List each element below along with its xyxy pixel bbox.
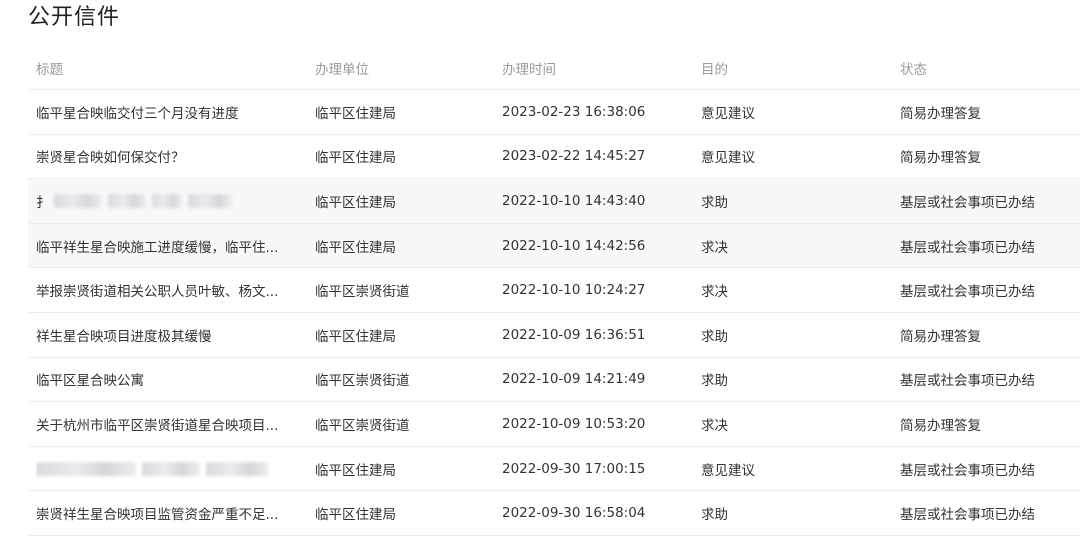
header-title: 标题: [36, 61, 63, 78]
handling-unit: 临平区崇贤街道: [315, 284, 410, 301]
table-row[interactable]: 祥生星合映项目进度极其缓慢 临平区住建局 2022-10-09 16:36:51…: [28, 313, 1080, 358]
handling-time: 2022-10-10 14:42:56: [502, 237, 646, 254]
handling-time: 2022-10-09 14:21:49: [502, 371, 646, 388]
redacted-block: [142, 461, 200, 476]
handling-unit: 临平区住建局: [315, 194, 396, 211]
header-time: 办理时间: [502, 61, 556, 78]
handling-time: 2022-10-09 16:36:51: [502, 326, 646, 343]
header-unit: 办理单位: [315, 61, 369, 78]
letter-title-link[interactable]: 临平祥生星合映施工进度缓慢，临平住...: [36, 224, 306, 268]
purpose: 求助: [701, 194, 728, 211]
handling-unit: 临平区住建局: [315, 462, 396, 479]
status: 简易办理答复: [900, 328, 981, 345]
purpose: 求助: [701, 373, 728, 390]
table-row[interactable]: 临平星合映临交付三个月没有进度 临平区住建局 2023-02-23 16:38:…: [28, 90, 1080, 135]
handling-unit: 临平区崇贤街道: [315, 417, 410, 434]
letter-title-link[interactable]: 关于杭州市临平区崇贤街道星合映项目...: [36, 402, 306, 446]
redacted-block: [151, 193, 182, 208]
status: 基层或社会事项已办结: [900, 194, 1035, 211]
letter-title-link[interactable]: [36, 447, 306, 491]
redacted-block: [36, 461, 136, 476]
handling-unit: 临平区崇贤街道: [315, 373, 410, 390]
handling-time: 2022-10-10 10:24:27: [502, 282, 646, 299]
purpose: 意见建议: [701, 150, 755, 167]
letter-title-visible-char: 扌: [36, 194, 50, 211]
table-row[interactable]: 关于杭州市临平区崇贤街道星合映项目... 临平区崇贤街道 2022-10-09 …: [28, 402, 1080, 447]
header-status: 状态: [900, 61, 927, 78]
table-row[interactable]: 崇贤祥生星合映项目监管资金严重不足... 临平区住建局 2022-09-30 1…: [28, 491, 1080, 536]
handling-time: 2022-10-10 14:43:40: [502, 192, 646, 209]
status: 基层或社会事项已办结: [900, 507, 1035, 524]
redacted-block: [107, 193, 146, 208]
redacted-block: [53, 193, 102, 208]
handling-unit: 临平区住建局: [315, 239, 396, 256]
status: 简易办理答复: [900, 417, 981, 434]
handling-unit: 临平区住建局: [315, 328, 396, 345]
purpose: 求助: [701, 328, 728, 345]
letter-title-link[interactable]: 临平区星合映公寓: [36, 358, 306, 402]
redacted-block: [206, 461, 268, 476]
page-title: 公开信件: [28, 5, 121, 30]
letter-title-link[interactable]: 崇贤星合映如何保交付？: [36, 135, 306, 179]
table-row[interactable]: 临平祥生星合映施工进度缓慢，临平住... 临平区住建局 2022-10-10 1…: [28, 223, 1080, 269]
purpose: 意见建议: [701, 462, 755, 479]
purpose: 求决: [701, 417, 728, 434]
header-purpose: 目的: [701, 61, 728, 78]
letter-title-link[interactable]: 举报崇贤街道相关公职人员叶敏、杨文...: [36, 268, 306, 312]
table-header-row: 标题 办理单位 办理时间 目的 状态: [28, 46, 1080, 90]
handling-unit: 临平区住建局: [315, 105, 396, 122]
letter-title-link[interactable]: 崇贤祥生星合映项目监管资金严重不足...: [36, 491, 306, 535]
letter-title-link[interactable]: 祥生星合映项目进度极其缓慢: [36, 313, 306, 357]
status: 简易办理答复: [900, 150, 981, 167]
handling-time: 2023-02-22 14:45:27: [502, 148, 646, 165]
redacted-block: [187, 193, 232, 208]
status: 基层或社会事项已办结: [900, 373, 1035, 390]
handling-time: 2022-10-09 10:53:20: [502, 415, 646, 432]
letter-title-link[interactable]: 扌: [36, 179, 306, 223]
letters-table: 标题 办理单位 办理时间 目的 状态 临平星合映临交付三个月没有进度 临平区住建…: [28, 46, 1080, 536]
table-row[interactable]: 临平区星合映公寓 临平区崇贤街道 2022-10-09 14:21:49 求助 …: [28, 358, 1080, 403]
status: 基层或社会事项已办结: [900, 284, 1035, 301]
purpose: 求决: [701, 284, 728, 301]
handling-time: 2022-09-30 16:58:04: [502, 505, 646, 522]
table-row[interactable]: 扌 临平区住建局 2022-10-10 14:43:40 求助 基层或社会事项已…: [28, 179, 1080, 224]
status: 基层或社会事项已办结: [900, 239, 1035, 256]
handling-unit: 临平区住建局: [315, 150, 396, 167]
public-letters-page: 公开信件 标题 办理单位 办理时间 目的 状态 临平星合映临交付三个月没有进度 …: [0, 0, 1080, 552]
table-row[interactable]: 崇贤星合映如何保交付？ 临平区住建局 2023-02-22 14:45:27 意…: [28, 135, 1080, 180]
table-row[interactable]: 举报崇贤街道相关公职人员叶敏、杨文... 临平区崇贤街道 2022-10-10 …: [28, 268, 1080, 313]
purpose: 意见建议: [701, 105, 755, 122]
status: 基层或社会事项已办结: [900, 462, 1035, 479]
status: 简易办理答复: [900, 105, 981, 122]
handling-unit: 临平区住建局: [315, 507, 396, 524]
handling-time: 2023-02-23 16:38:06: [502, 103, 646, 120]
purpose: 求决: [701, 239, 728, 256]
purpose: 求助: [701, 507, 728, 524]
table-row[interactable]: 临平区住建局 2022-09-30 17:00:15 意见建议 基层或社会事项已…: [28, 447, 1080, 492]
letter-title-link[interactable]: 临平星合映临交付三个月没有进度: [36, 90, 306, 134]
handling-time: 2022-09-30 17:00:15: [502, 460, 646, 477]
